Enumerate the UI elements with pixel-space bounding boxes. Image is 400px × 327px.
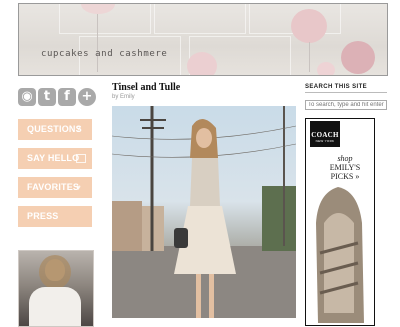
- envelope-icon: [76, 154, 86, 163]
- leg: [209, 274, 214, 318]
- coach-logo: COACH NEW YORK: [310, 121, 340, 147]
- balloon-string: [97, 14, 98, 72]
- question-icon: ?: [76, 125, 82, 134]
- left-sidebar: ◉ t f + QUESTIONS ? SAY HELLO FAVORITES …: [18, 86, 96, 327]
- balloon-image: [317, 62, 335, 75]
- post-title[interactable]: Tinsel and Tulle: [112, 82, 296, 93]
- google-plus-icon[interactable]: +: [78, 88, 96, 106]
- site-title[interactable]: cupcakes and cashmere: [41, 49, 167, 59]
- social-links: ◉ t f +: [18, 86, 96, 108]
- nav-label: PRESS: [27, 211, 59, 221]
- nav-press-button[interactable]: PRESS: [18, 206, 92, 227]
- ceiling-tile: [154, 4, 246, 34]
- balloon-string: [309, 42, 310, 72]
- main-content: Tinsel and Tulle by Emily: [112, 82, 296, 318]
- nav-label: FAVORITES: [27, 182, 80, 192]
- author-coat: [29, 287, 81, 326]
- leg: [196, 274, 201, 318]
- nav-label: SAY HELLO: [27, 153, 80, 163]
- facebook-icon[interactable]: f: [58, 88, 76, 106]
- shoe-opening: [324, 213, 354, 313]
- balloon-image: [187, 52, 217, 75]
- author-photo[interactable]: [18, 250, 94, 327]
- heart-icon: ♥: [76, 183, 81, 192]
- search-input[interactable]: [305, 100, 387, 110]
- tree: [262, 186, 296, 251]
- ad-tagline-line: PICKS »: [330, 172, 360, 181]
- right-sidebar: SEARCH THIS SITE COACH NEW YORK shop EMI…: [305, 84, 387, 326]
- ad-tagline-line: shop: [337, 154, 353, 163]
- post-photo-scene: [112, 106, 296, 318]
- balloon-image: [341, 41, 375, 74]
- building: [112, 201, 142, 251]
- ad-tagline[interactable]: shop EMILY'S PICKS »: [322, 154, 368, 181]
- coach-brand: COACH: [311, 131, 339, 139]
- twitter-icon[interactable]: t: [38, 88, 56, 106]
- post-byline: by Emily: [112, 94, 135, 100]
- sequin-top: [190, 158, 220, 206]
- nav-label: QUESTIONS: [27, 124, 82, 134]
- coach-ad[interactable]: COACH NEW YORK shop EMILY'S PICKS »: [305, 118, 375, 326]
- face: [196, 128, 212, 148]
- balloon-image: [291, 9, 327, 43]
- shoe-image: [316, 187, 364, 323]
- nav-say-hello-button[interactable]: SAY HELLO: [18, 148, 92, 169]
- author-hair: [39, 255, 71, 289]
- ad-tagline-line: EMILY'S: [329, 163, 361, 172]
- header-banner[interactable]: cupcakes and cashmere: [18, 3, 388, 76]
- nav-questions-button[interactable]: QUESTIONS ?: [18, 119, 92, 140]
- post-image[interactable]: [112, 106, 296, 318]
- rss-icon[interactable]: ◉: [18, 88, 36, 106]
- nav-favorites-button[interactable]: FAVORITES ♥: [18, 177, 92, 198]
- clutch-bag: [174, 228, 188, 248]
- coach-city: NEW YORK: [315, 139, 335, 143]
- search-heading: SEARCH THIS SITE: [305, 84, 387, 93]
